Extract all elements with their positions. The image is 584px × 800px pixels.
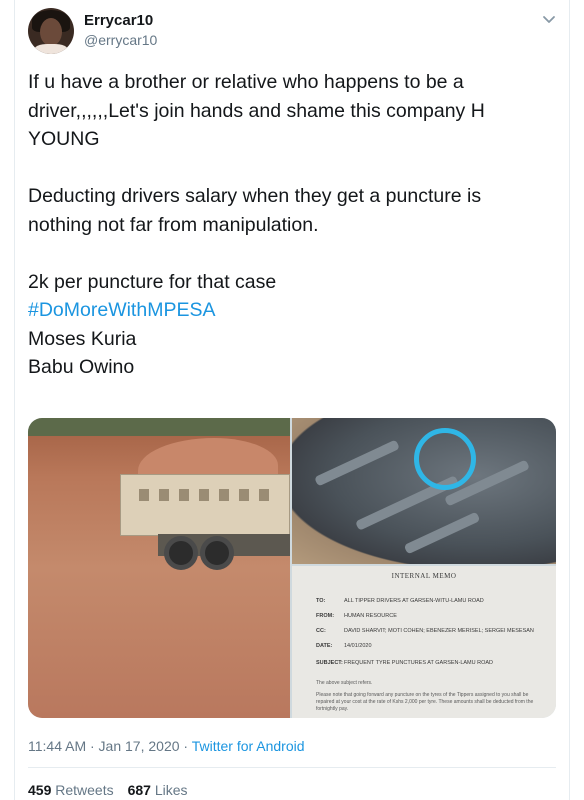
- photo-tipper-truck[interactable]: [28, 418, 290, 718]
- time-date[interactable]: 11:44 AM · Jan 17, 2020 ·: [28, 738, 192, 754]
- tweet-stats: 459 Retweets 687 Likes: [28, 782, 188, 798]
- memo-body-line: The above subject refers.: [316, 680, 373, 686]
- retweets-label: Retweets: [51, 782, 114, 798]
- truck-bed: [120, 474, 290, 536]
- memo-row: CC: DAVID SHARVIT; MOTI COHEN; EBENEZER M…: [316, 628, 534, 634]
- memo-row: FROM: HUMAN RESOURCE: [316, 613, 397, 619]
- tweet-timestamp: 11:44 AM · Jan 17, 2020 · Twitter for An…: [28, 738, 305, 754]
- avatar-face: [40, 18, 62, 46]
- photo-tyre-puncture[interactable]: [292, 418, 556, 564]
- truck-wheel: [200, 536, 234, 570]
- user-handle[interactable]: @errycar10: [84, 32, 157, 48]
- likes-label: Likes: [150, 782, 188, 798]
- chevron-down-icon[interactable]: [540, 10, 558, 28]
- likes-stat[interactable]: 687 Likes: [128, 782, 188, 798]
- avatar[interactable]: [28, 8, 74, 54]
- memo-row: DATE: 14/01/2020: [316, 643, 372, 649]
- divider: [28, 767, 556, 768]
- memo-row: SUBJECT:FREQUENT TYRE PUNCTURES AT GARSE…: [316, 660, 494, 666]
- source-link[interactable]: Twitter for Android: [192, 738, 305, 754]
- hashtag-link[interactable]: #DoMoreWithMPESA: [28, 299, 215, 321]
- puncture-highlight: [414, 428, 476, 490]
- memo-body-line: Please note that going forward any punct…: [316, 692, 534, 712]
- tweet-body: If u have a brother or relative who happ…: [28, 71, 485, 293]
- truck-wheel: [164, 536, 198, 570]
- tweet-tail: Moses Kuria Babu Owino: [28, 327, 137, 379]
- media-grid[interactable]: INTERNAL MEMO TO: ALL TIPPER DRIVERS AT G…: [28, 418, 556, 718]
- memo-row: TO: ALL TIPPER DRIVERS AT GARSEN-WITU-LAM…: [316, 598, 484, 604]
- photo-internal-memo[interactable]: INTERNAL MEMO TO: ALL TIPPER DRIVERS AT G…: [292, 566, 556, 718]
- avatar-shirt: [34, 44, 68, 54]
- display-name[interactable]: Errycar10: [84, 12, 153, 29]
- memo-title: INTERNAL MEMO: [391, 572, 457, 580]
- tweet-text: If u have a brother or relative who happ…: [28, 68, 548, 382]
- likes-count: 687: [127, 782, 151, 798]
- retweets-stat[interactable]: 459 Retweets: [28, 782, 114, 798]
- retweets-count: 459: [28, 782, 52, 798]
